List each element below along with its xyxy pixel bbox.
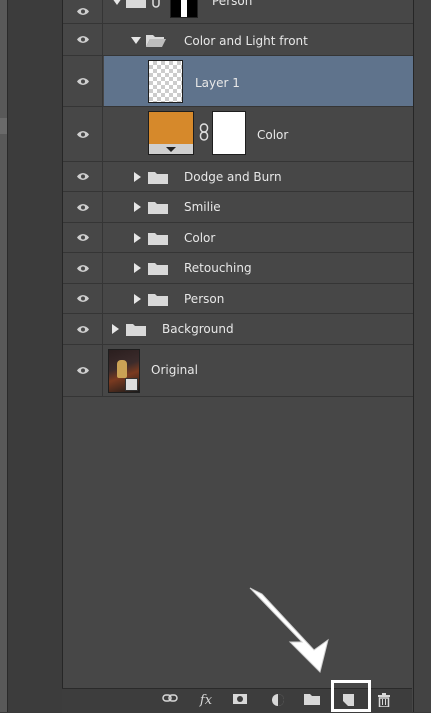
visibility-toggle[interactable] [63,56,103,106]
eye-icon [76,77,89,85]
layer-row-color-and-light-front[interactable]: Color and Light front [63,24,413,56]
visibility-toggle[interactable] [63,0,103,23]
trash-icon[interactable] [374,693,394,709]
eye-icon [76,264,89,272]
layer-row-person-top[interactable]: Person [63,0,413,24]
left-panel-edge [0,0,8,712]
chain-link-icon [152,0,160,8]
visibility-toggle[interactable] [63,24,103,55]
folder-icon [126,324,146,336]
layer-name: Color [257,128,289,142]
expand-arrow-icon[interactable] [134,202,141,212]
layer-row-color-group[interactable]: Color [63,223,413,253]
add-mask-icon[interactable] [230,693,250,709]
layer-name: Person [212,0,253,8]
layer-name: Person [184,292,225,306]
right-panel-edge [413,0,431,712]
layer-mask-thumbnail[interactable] [212,111,246,155]
expand-arrow-icon[interactable] [134,233,141,243]
layer-name: Layer 1 [195,76,240,90]
visibility-toggle[interactable] [63,253,103,283]
visibility-toggle[interactable] [63,192,103,222]
layer-row-person[interactable]: Person [63,284,413,314]
eye-icon [76,325,89,333]
visibility-toggle[interactable] [63,107,103,161]
link-layers-icon[interactable] [160,693,180,709]
eye-icon [76,367,89,374]
left-panel-area [8,0,62,712]
open-folder-icon [146,35,166,47]
folder-icon [148,172,168,184]
layer-name: Dodge and Burn [184,170,282,184]
layer-row-dodge-and-burn[interactable]: Dodge and Burn [63,162,413,192]
visibility-toggle[interactable] [63,284,103,313]
collapse-arrow-icon[interactable] [131,37,141,44]
new-layer-highlight-box [331,680,371,712]
fx-icon[interactable]: fx [196,693,216,709]
folder-icon [148,294,168,306]
expand-arrow-icon[interactable] [134,294,141,304]
image-thumbnail [108,349,140,393]
eye-icon [76,234,89,241]
layer-row-layer-1[interactable]: Layer 1 [63,56,413,107]
folder-icon [148,202,168,214]
color-fill-thumbnail [148,111,194,155]
panel-resize-grip[interactable] [0,118,7,134]
pointer-arrow-icon [249,587,329,673]
eye-icon [76,295,89,302]
folder-icon [148,263,168,275]
visibility-toggle[interactable] [63,345,103,396]
visibility-toggle[interactable] [63,223,103,252]
adjustment-layer-icon[interactable] [268,693,288,709]
chain-link-icon[interactable] [199,123,209,141]
layer-name: Retouching [184,261,252,275]
layer-row-original[interactable]: Original [63,345,413,397]
group-mask-thumbnail [170,0,198,18]
visibility-toggle[interactable] [63,162,103,191]
eye-icon [76,203,89,211]
visibility-toggle[interactable] [63,314,103,344]
folder-icon [148,233,168,245]
layer-row-smilie[interactable]: Smilie [63,192,413,223]
layer-thumbnail [148,60,183,103]
layer-row-color-fill[interactable]: Color [63,107,413,162]
new-group-icon[interactable] [302,693,322,709]
eye-icon [76,36,89,43]
expand-arrow-icon[interactable] [134,172,141,182]
eye-icon [76,8,89,15]
layers-panel: Person Color and Light front Layer 1 Col… [62,0,414,712]
layer-name: Smilie [184,200,221,214]
eye-icon [76,130,89,138]
color-swatch [149,112,193,144]
eye-icon [76,173,89,180]
layer-name: Color and Light front [184,34,308,48]
smart-object-badge-icon [125,378,138,391]
expand-arrow-icon[interactable] [112,0,122,5]
layer-name: Original [151,363,198,377]
expand-arrow-icon[interactable] [112,324,119,334]
layer-row-retouching[interactable]: Retouching [63,253,413,284]
layer-row-background[interactable]: Background [63,314,413,345]
selected-highlight: Layer 1 [104,56,413,106]
layer-name: Background [162,322,234,336]
expand-arrow-icon[interactable] [134,263,141,273]
layer-name: Color [184,231,216,245]
folder-icon [126,0,146,8]
